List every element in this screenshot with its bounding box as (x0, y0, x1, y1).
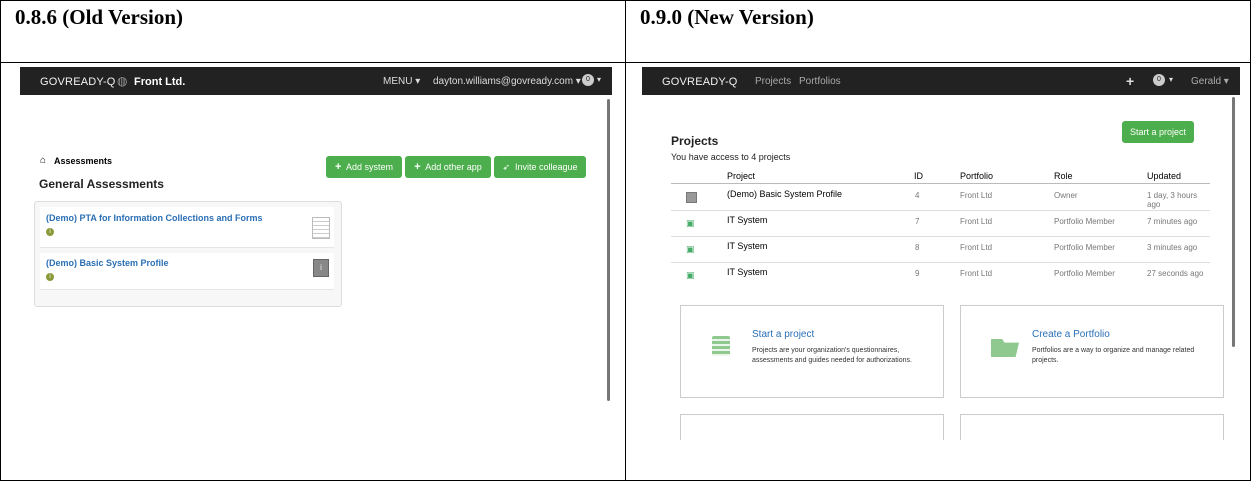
nav-portfolios[interactable]: Portfolios (799, 76, 841, 87)
create-portfolio-card[interactable]: Create a Portfolio Portfolios are a way … (960, 305, 1224, 398)
left-panel: 0.8.6 (Old Version) GOVREADY-Q ◍ Front L… (0, 0, 626, 481)
start-project-button[interactable]: Start a project (1122, 121, 1194, 143)
project-role: Portfolio Member (1054, 217, 1115, 226)
page-title: Projects (671, 134, 719, 148)
col-header-portfolio: Portfolio (960, 171, 994, 181)
list-item[interactable]: (Demo) PTA for Information Collections a… (40, 207, 334, 248)
notification-badge[interactable]: 0 (582, 74, 594, 86)
project-portfolio: Front Ltd (960, 191, 993, 200)
card-text: Portfolios are a way to organize and man… (1032, 347, 1195, 364)
table-row[interactable]: ▣ IT System 8 Front Ltd Portfolio Member… (671, 236, 1210, 261)
breadcrumb[interactable]: Assessments (54, 156, 112, 166)
old-navbar: GOVREADY-Q ◍ Front Ltd. MENU ▾ dayton.wi… (20, 67, 612, 95)
card-title[interactable]: Create a Portfolio (1032, 329, 1110, 340)
add-system-label: Add system (345, 162, 393, 172)
app-link[interactable]: (Demo) PTA for Information Collections a… (46, 213, 263, 223)
col-header-role: Role (1054, 171, 1073, 181)
add-icon[interactable]: + (1126, 73, 1134, 89)
right-panel: 0.9.0 (New Version) GOVREADY-Q Projects … (625, 0, 1251, 481)
col-header-updated: Updated (1147, 171, 1182, 181)
project-portfolio: Front Ltd (960, 243, 993, 252)
app-link[interactable]: (Demo) Basic System Profile (46, 258, 169, 268)
plus-icon: + (414, 161, 421, 173)
project-updated: 3 minutes ago (1147, 243, 1198, 252)
partial-card[interactable] (680, 414, 944, 440)
project-name[interactable]: IT System (727, 267, 767, 277)
partial-card[interactable] (960, 414, 1224, 440)
logo[interactable]: GOVREADY-Q (662, 76, 738, 88)
add-other-app-button[interactable]: + Add other app (405, 156, 491, 178)
send-icon: ➶ (502, 162, 510, 172)
card-title[interactable]: Start a project (752, 329, 814, 340)
project-icon: ▣ (686, 270, 695, 280)
notification-badge[interactable]: 0 (1153, 74, 1165, 86)
page-title: General Assessments (39, 177, 164, 191)
table-row[interactable]: (Demo) Basic System Profile 4 Front Ltd … (671, 184, 1210, 209)
project-icon (686, 192, 697, 203)
old-version-screenshot: GOVREADY-Q ◍ Front Ltd. MENU ▾ dayton.wi… (20, 67, 612, 480)
org-name[interactable]: Front Ltd. (134, 76, 185, 88)
globe-icon: ◍ (117, 74, 128, 88)
info-icon: i (46, 273, 54, 281)
start-project-card[interactable]: Start a project Projects are your organi… (680, 305, 944, 398)
project-id: 7 (915, 217, 920, 226)
new-navbar: GOVREADY-Q Projects Portfolios + 0 ▾ Ger… (642, 67, 1240, 95)
col-header-id: ID (914, 171, 923, 181)
user-dropdown[interactable]: dayton.williams@govready.com ▾ (433, 76, 581, 87)
project-role: Portfolio Member (1054, 243, 1115, 252)
info-icon: i (46, 228, 54, 236)
app-list: (Demo) PTA for Information Collections a… (34, 201, 342, 307)
list-item[interactable]: (Demo) Basic System Profile i i (40, 253, 334, 290)
logo[interactable]: GOVREADY-Q (40, 76, 116, 88)
project-updated: 27 seconds ago (1147, 269, 1204, 278)
project-role: Portfolio Member (1054, 269, 1115, 278)
user-dropdown[interactable]: Gerald ▾ (1191, 76, 1229, 87)
project-id: 9 (915, 269, 920, 278)
table-row[interactable]: ▣ IT System 7 Front Ltd Portfolio Member… (671, 210, 1210, 235)
invite-colleague-button[interactable]: ➶ Invite colleague (494, 156, 586, 178)
right-heading: 0.9.0 (New Version) (640, 5, 814, 29)
chevron-down-icon[interactable]: ▾ (597, 75, 601, 84)
col-header-project: Project (727, 171, 756, 181)
list-icon (712, 336, 730, 356)
add-system-button[interactable]: + Add system (326, 156, 402, 178)
menu-dropdown[interactable]: MENU ▾ (383, 76, 420, 87)
project-id: 4 (915, 191, 920, 200)
nav-projects[interactable]: Projects (755, 76, 791, 87)
left-heading: 0.8.6 (Old Version) (15, 5, 184, 29)
project-icon: ▣ (686, 218, 695, 228)
project-icon: ▣ (686, 244, 695, 254)
add-other-app-label: Add other app (425, 162, 482, 172)
folder-icon (991, 339, 1019, 357)
project-name[interactable]: IT System (727, 241, 767, 251)
scrollbar[interactable] (1232, 97, 1235, 347)
project-portfolio: Front Ltd (960, 217, 993, 226)
project-updated: 7 minutes ago (1147, 217, 1198, 226)
project-id: 8 (915, 243, 920, 252)
invite-colleague-label: Invite colleague (515, 162, 578, 172)
card-text: Projects are your organization's questio… (752, 347, 912, 364)
table-row[interactable]: ▣ IT System 9 Front Ltd Portfolio Member… (671, 262, 1210, 287)
project-name[interactable]: IT System (727, 215, 767, 225)
document-icon (312, 217, 330, 239)
chevron-down-icon[interactable]: ▾ (1169, 75, 1173, 84)
projects-count: You have access to 4 projects (671, 152, 791, 162)
project-role: Owner (1054, 191, 1078, 200)
project-updated: 1 day, 3 hours ago (1147, 191, 1198, 209)
new-version-screenshot: GOVREADY-Q Projects Portfolios + 0 ▾ Ger… (642, 67, 1240, 440)
scrollbar[interactable] (607, 99, 610, 401)
project-name[interactable]: (Demo) Basic System Profile (727, 189, 842, 199)
app-icon: i (313, 259, 329, 277)
plus-icon: + (335, 161, 342, 173)
project-portfolio: Front Ltd (960, 269, 993, 278)
home-icon: ⌂ (40, 155, 47, 166)
